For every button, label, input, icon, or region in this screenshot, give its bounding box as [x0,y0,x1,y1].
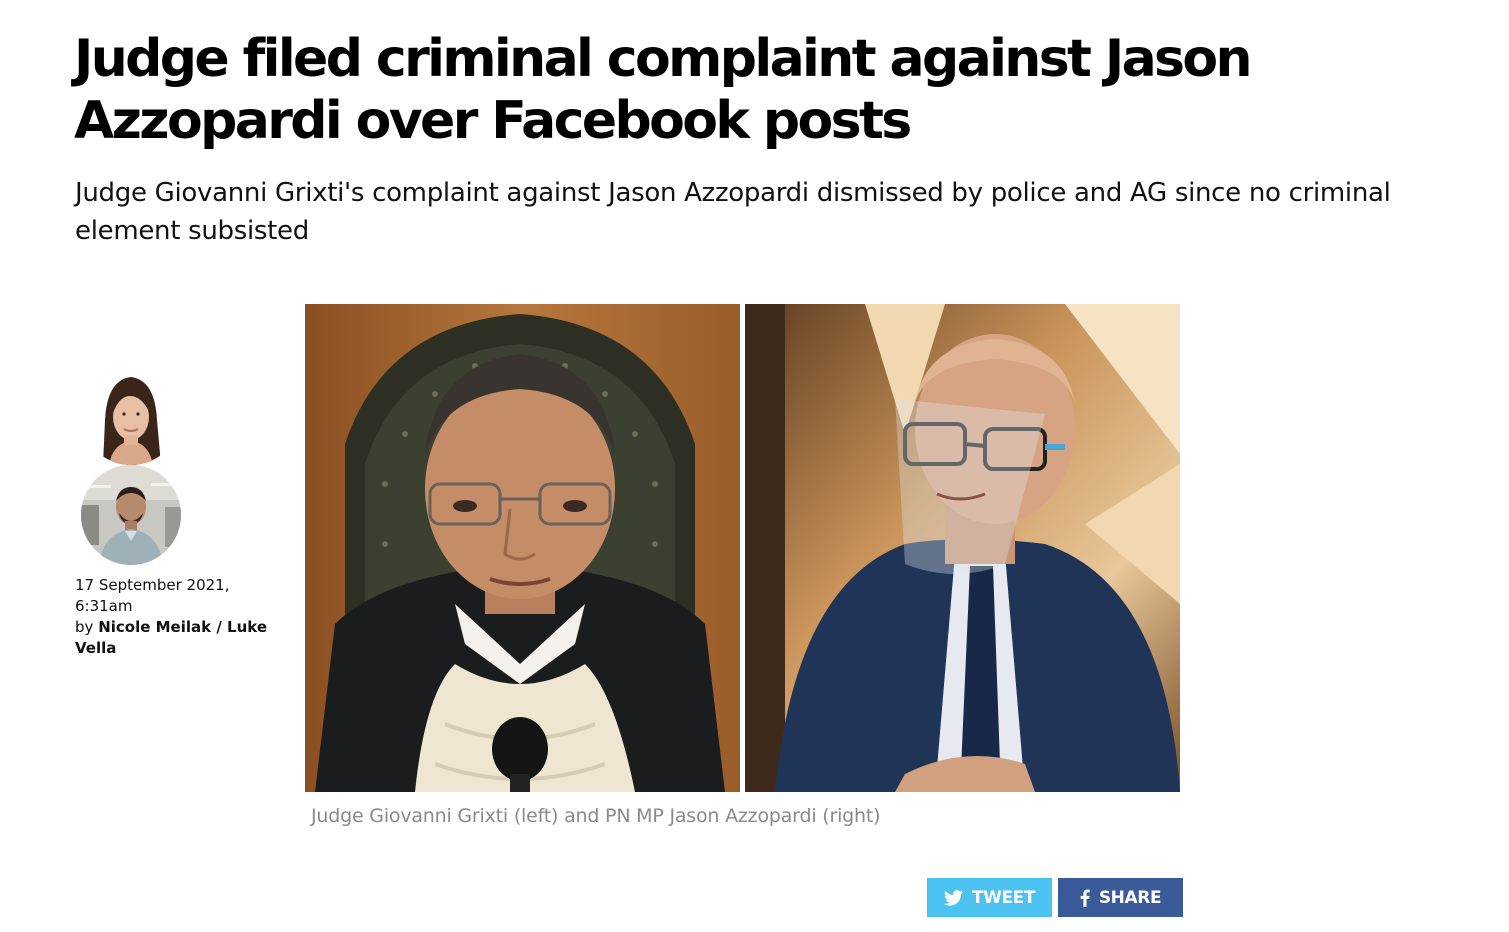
article-page: Judge filed criminal complaint against J… [0,0,1509,932]
facebook-share-button[interactable]: SHARE [1058,878,1183,917]
byline-authors[interactable]: Nicole Meilak / Luke Vella [75,618,267,657]
article-headline: Judge filed criminal complaint against J… [74,29,1253,151]
author-avatar-luke-vella[interactable] [81,465,181,565]
byline-block: 17 September 2021, 6:31am by Nicole Meil… [75,365,285,659]
article-standfirst: Judge Giovanni Grixti's complaint agains… [75,178,1391,246]
share-label: SHARE [1098,887,1162,908]
tweet-label: TWEET [971,887,1036,908]
tweet-button[interactable]: TWEET [927,878,1052,917]
image-caption: Judge Giovanni Grixti (left) and PN MP J… [311,805,881,827]
author-avatar-nicole-meilak[interactable] [81,365,181,465]
article-image [305,304,1180,792]
byline-prefix: by [75,618,94,636]
twitter-bird-icon [943,889,963,906]
facebook-f-icon [1080,888,1090,907]
social-share-bar: TWEET SHARE [927,878,1183,917]
publish-date: 17 September 2021, 6:31am [75,576,230,615]
byline-meta: 17 September 2021, 6:31am by Nicole Meil… [75,575,285,659]
byline-authors-line: by Nicole Meilak / Luke Vella [75,617,285,659]
